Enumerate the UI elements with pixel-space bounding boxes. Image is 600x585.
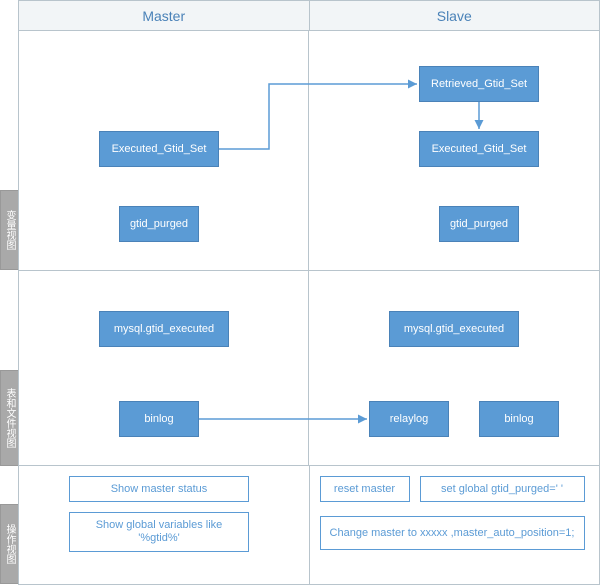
cmd-reset-master: reset master — [320, 476, 410, 502]
box-master-table: mysql.gtid_executed — [99, 311, 229, 347]
box-slave-purged: gtid_purged — [439, 206, 519, 242]
cell-master-files: mysql.gtid_executed binlog — [19, 271, 309, 466]
cell-slave-vars: Retrieved_Gtid_Set Executed_Gtid_Set gti… — [309, 31, 599, 271]
cmd-change-master: Change master to xxxxx ,master_auto_posi… — [320, 516, 585, 550]
cell-slave-ops: reset master set global gtid_purged=' ' … — [310, 466, 600, 584]
bottom-panel: Show master status Show global variables… — [19, 466, 599, 584]
box-slave-executed: Executed_Gtid_Set — [419, 131, 539, 167]
box-master-binlog: binlog — [119, 401, 199, 437]
grid: Executed_Gtid_Set gtid_purged Retrieved_… — [19, 31, 599, 466]
vtab-vars: 变量视图 — [0, 190, 18, 270]
cmd-set-gtid-purged: set global gtid_purged=' ' — [420, 476, 585, 502]
box-master-executed: Executed_Gtid_Set — [99, 131, 219, 167]
diagram-container: Master Slave Executed_Gtid_Set gtid_purg… — [18, 0, 600, 585]
cmd-show-master-status: Show master status — [69, 476, 249, 502]
box-slave-table: mysql.gtid_executed — [389, 311, 519, 347]
header-row: Master Slave — [19, 1, 599, 31]
box-master-purged: gtid_purged — [119, 206, 199, 242]
header-master: Master — [19, 1, 310, 30]
cell-slave-files: mysql.gtid_executed relaylog binlog — [309, 271, 599, 466]
box-slave-binlog: binlog — [479, 401, 559, 437]
box-slave-relaylog: relaylog — [369, 401, 449, 437]
cell-master-vars: Executed_Gtid_Set gtid_purged — [19, 31, 309, 271]
vtab-ops: 操作视图 — [0, 504, 18, 584]
cmd-show-global-vars: Show global variables like '%gtid%' — [69, 512, 249, 552]
cell-master-ops: Show master status Show global variables… — [19, 466, 310, 584]
header-slave: Slave — [310, 1, 600, 30]
vtab-files: 表和文件视图 — [0, 370, 18, 466]
box-slave-retrieved: Retrieved_Gtid_Set — [419, 66, 539, 102]
